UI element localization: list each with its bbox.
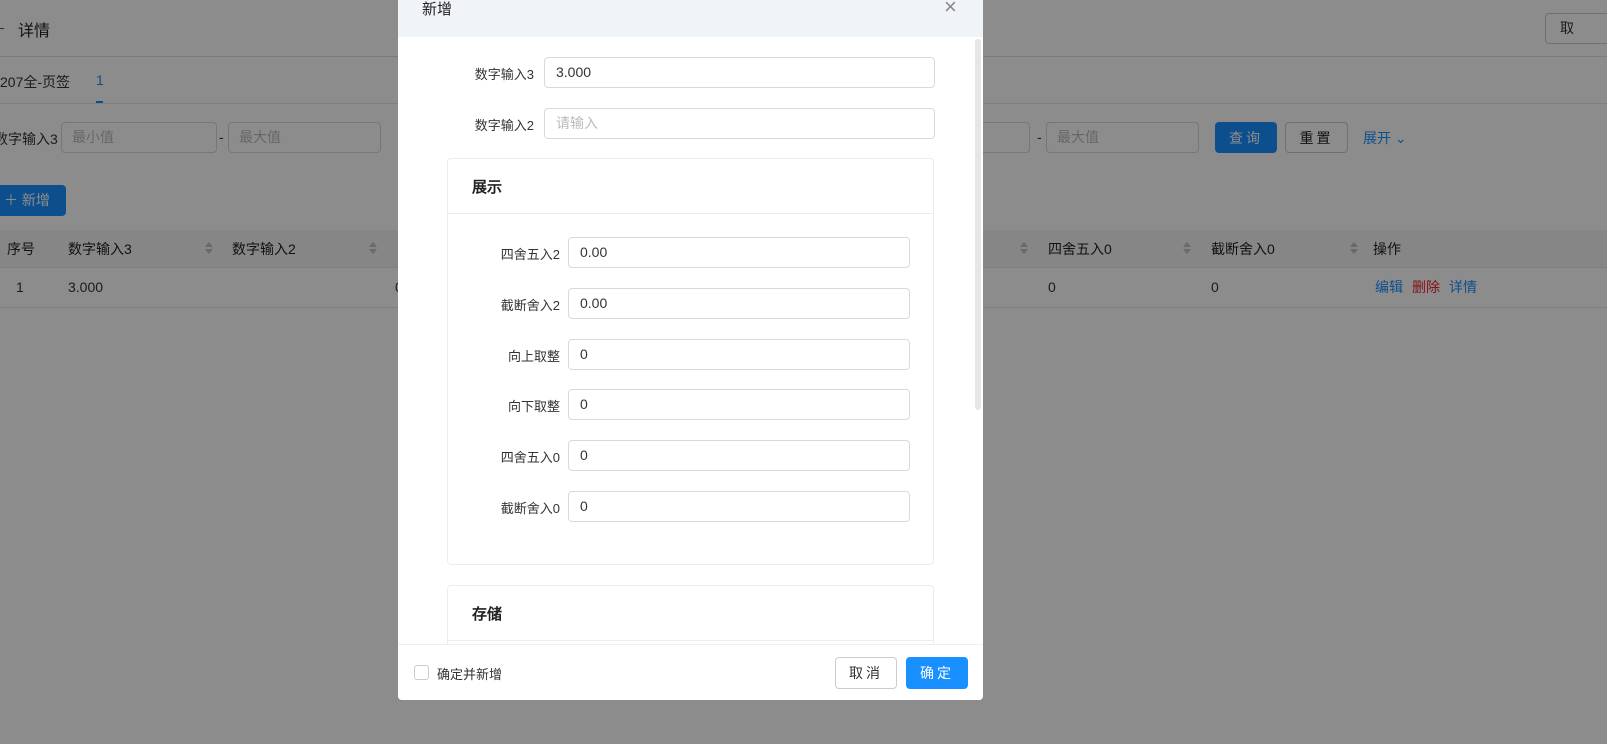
field-label-num3: 数字输入3 [474, 67, 534, 82]
display-field-input[interactable]: 0.00 [568, 237, 910, 268]
display-field-label: 截断舍入0 [500, 501, 560, 516]
display-field-label: 向上取整 [507, 348, 560, 364]
display-field-input[interactable]: 0 [568, 389, 910, 421]
display-field-label: 向下取整 [507, 399, 560, 415]
close-icon[interactable]: × [944, 0, 957, 18]
display-field-input[interactable]: 0 [568, 338, 910, 370]
display-field-label: 截断舍入2 [500, 297, 560, 313]
cancel-button[interactable]: 取消 [835, 657, 897, 689]
add-modal: 新增 × 数字输入3 3.000 数字输入2 请输入 展示 四舍五入2 0.00… [398, 0, 983, 700]
storage-section-title: 存储 [448, 586, 933, 641]
num2-input[interactable]: 请输入 [544, 108, 935, 139]
display-section-title: 展示 [448, 159, 933, 214]
modal-header: 新增 × [398, 0, 983, 37]
confirm-and-add-label[interactable]: 确定并新增 [437, 664, 502, 683]
ok-button[interactable]: 确定 [906, 657, 968, 689]
modal-footer: 确定并新增 取消 确定 [398, 644, 983, 700]
field-label-num2: 数字输入2 [474, 118, 534, 133]
display-field-label: 四舍五入0 [500, 450, 560, 466]
scrollbar[interactable] [975, 39, 981, 410]
confirm-and-add-checkbox[interactable] [414, 665, 429, 680]
num3-input[interactable]: 3.000 [544, 57, 935, 88]
display-field-input[interactable]: 0 [568, 440, 910, 472]
display-field-label: 四舍五入2 [500, 247, 560, 262]
display-field-input[interactable]: 0.00 [568, 287, 910, 319]
display-field-input[interactable]: 0 [568, 491, 910, 522]
modal-title: 新增 [422, 1, 453, 18]
